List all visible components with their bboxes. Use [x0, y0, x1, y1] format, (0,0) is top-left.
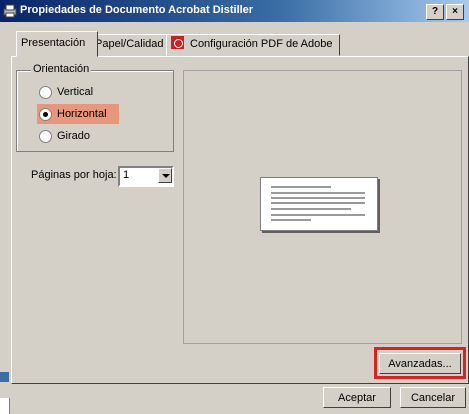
tab-strip: Presentación Papel/Calidad Configuración… [0, 22, 469, 57]
orientation-legend: Orientación [31, 63, 92, 75]
text-line [271, 208, 351, 210]
tab-papel-calidad[interactable]: Papel/Calidad [90, 34, 174, 56]
tab-label: Configuración PDF de Adobe [190, 38, 333, 50]
select-value: 1 [123, 169, 130, 181]
cancel-button[interactable]: Cancelar [400, 387, 466, 408]
tab-presentacion[interactable]: Presentación [16, 31, 98, 57]
title-bar: Propiedades de Documento Acrobat Distill… [0, 0, 469, 22]
radio-label: Vertical [57, 86, 94, 98]
radio-button[interactable] [39, 86, 52, 99]
text-line [271, 192, 365, 194]
pages-per-sheet-label: Páginas por hoja: [31, 169, 117, 181]
pages-per-sheet-select[interactable]: 1 [118, 166, 174, 187]
radio-button[interactable] [39, 108, 52, 121]
text-line [271, 186, 331, 188]
advanced-button[interactable]: Avanzadas... [379, 353, 461, 374]
radio-label: Girado [57, 130, 91, 142]
text-line [271, 197, 365, 199]
page-thumbnail [260, 177, 378, 231]
chevron-down-icon[interactable] [158, 168, 172, 183]
background-window-strip [0, 372, 9, 382]
printer-icon [3, 4, 17, 18]
window-title: Propiedades de Documento Acrobat Distill… [20, 4, 254, 16]
orientation-group: Orientación Vertical Horizontal Girado [16, 63, 174, 152]
close-button[interactable]: × [446, 4, 464, 20]
text-line [271, 214, 365, 216]
radio-label: Horizontal [57, 108, 107, 120]
background-window-strip [0, 398, 10, 414]
tab-label: Papel/Calidad [95, 38, 164, 50]
radio-button[interactable] [39, 130, 52, 143]
text-line [271, 202, 365, 204]
adobe-pdf-icon [171, 36, 184, 49]
help-button[interactable]: ? [426, 4, 444, 20]
tab-label: Presentación [21, 37, 86, 49]
tab-configuracion-pdf[interactable]: Configuración PDF de Adobe [166, 34, 340, 56]
accept-button[interactable]: Aceptar [323, 387, 391, 408]
text-line [271, 219, 311, 221]
